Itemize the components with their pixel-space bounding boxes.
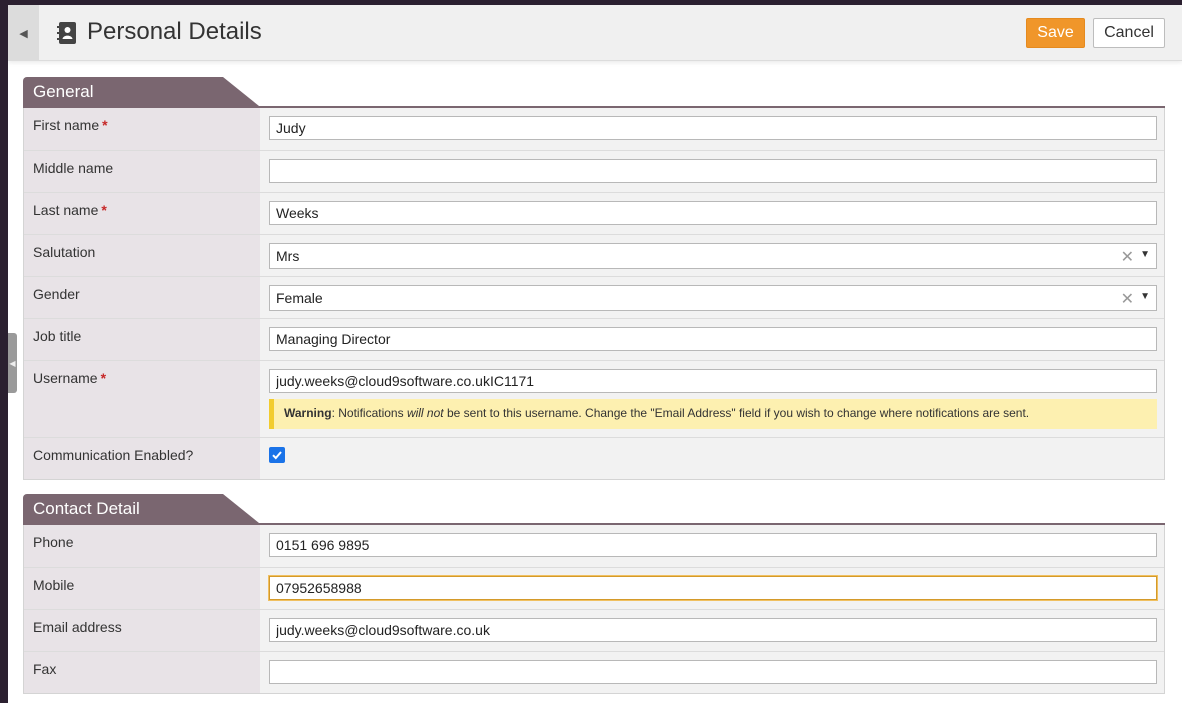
- form-row-email: Email address: [24, 609, 1164, 651]
- form-row-fax: Fax: [24, 651, 1164, 693]
- field-label: Middle name: [24, 151, 260, 192]
- warning-strong: Warning: [284, 406, 332, 420]
- username-input[interactable]: [269, 369, 1157, 393]
- fax-label: Fax: [33, 661, 57, 677]
- form-row-job-title: Job title: [24, 318, 1164, 360]
- field-label: Salutation: [24, 235, 260, 276]
- general-section: General First name* Middle name: [23, 77, 1165, 480]
- salutation-label: Salutation: [33, 244, 96, 260]
- contact-detail-section: Contact Detail Phone Mobile: [23, 494, 1165, 694]
- field-value: [260, 610, 1166, 651]
- contact-book-icon: [57, 22, 76, 44]
- field-value: [260, 525, 1166, 567]
- close-icon[interactable]: ✕: [1121, 289, 1134, 309]
- salutation-value: Mrs: [276, 248, 300, 264]
- contact-form-rows: Phone Mobile Email address: [23, 525, 1165, 694]
- warning-text-1: : Notifications: [331, 406, 407, 420]
- field-label: Communication Enabled?: [24, 438, 260, 479]
- field-value: Warning: Notifications will not be sent …: [260, 361, 1166, 437]
- triangle-left-icon: ◀: [19, 27, 28, 40]
- field-value: [260, 568, 1166, 609]
- triangle-left-icon: ◀: [9, 358, 16, 368]
- form-row-mobile: Mobile: [24, 567, 1164, 609]
- warning-emphasis: will not: [406, 406, 444, 420]
- page-title: Personal Details: [87, 18, 262, 45]
- field-value: Female ✕ ▼: [260, 277, 1166, 318]
- salutation-select[interactable]: Mrs ✕ ▼: [269, 243, 1157, 269]
- section-title: General: [33, 82, 94, 101]
- save-button[interactable]: Save: [1026, 18, 1085, 48]
- fax-input[interactable]: [269, 660, 1157, 684]
- field-label: Username *: [24, 361, 260, 437]
- cancel-button[interactable]: Cancel: [1093, 18, 1165, 48]
- form-row-salutation: Salutation Mrs ✕ ▼: [24, 234, 1164, 276]
- last-name-input[interactable]: [269, 201, 1157, 225]
- side-drawer-handle[interactable]: ◀: [8, 333, 17, 393]
- chevron-down-icon[interactable]: ▼: [1140, 291, 1150, 302]
- close-icon[interactable]: ✕: [1121, 247, 1134, 267]
- job-title-input[interactable]: [269, 327, 1157, 351]
- communication-enabled-checkbox[interactable]: [269, 447, 285, 463]
- personal-details-panel: ◀ Personal Details Save Cancel ◀ General…: [8, 5, 1182, 703]
- field-value: [260, 438, 1164, 479]
- collapse-panel-button[interactable]: ◀: [8, 5, 39, 61]
- gender-select[interactable]: Female ✕ ▼: [269, 285, 1157, 311]
- mobile-input[interactable]: [269, 576, 1157, 600]
- field-label: Fax: [24, 652, 260, 693]
- gender-value: Female: [276, 290, 323, 306]
- form-row-phone: Phone: [24, 525, 1164, 567]
- email-label: Email address: [33, 619, 122, 635]
- field-value: [260, 151, 1166, 192]
- warning-text-2: be sent to this username. Change the "Em…: [443, 406, 1030, 420]
- section-tab-general: General: [23, 77, 259, 106]
- mobile-label: Mobile: [33, 577, 75, 593]
- field-label: Phone: [24, 525, 260, 567]
- field-value: [260, 652, 1166, 693]
- field-value: [260, 319, 1166, 360]
- field-label: Email address: [24, 610, 260, 651]
- form-row-communication-enabled: Communication Enabled?: [24, 437, 1164, 479]
- field-label: Last name *: [24, 193, 260, 234]
- gender-label: Gender: [33, 286, 80, 302]
- username-label: Username: [33, 370, 98, 386]
- section-tab-contact-detail: Contact Detail: [23, 494, 259, 523]
- section-title: Contact Detail: [33, 499, 140, 518]
- username-warning: Warning: Notifications will not be sent …: [269, 399, 1157, 429]
- required-marker: *: [102, 117, 108, 133]
- job-title-label: Job title: [33, 328, 82, 344]
- email-input[interactable]: [269, 618, 1157, 642]
- middle-name-label: Middle name: [33, 160, 114, 176]
- communication-enabled-label: Communication Enabled?: [33, 447, 194, 463]
- field-label: Mobile: [24, 568, 260, 609]
- check-icon: [272, 451, 282, 460]
- field-value: [260, 193, 1166, 234]
- form-row-middle-name: Middle name: [24, 150, 1164, 192]
- form-row-gender: Gender Female ✕ ▼: [24, 276, 1164, 318]
- phone-label: Phone: [33, 534, 74, 550]
- chevron-down-icon[interactable]: ▼: [1140, 249, 1150, 260]
- field-label: Job title: [24, 319, 260, 360]
- field-value: [260, 108, 1166, 150]
- form-row-last-name: Last name *: [24, 192, 1164, 234]
- form-row-username: Username* Warning: Notifications will no…: [24, 360, 1164, 437]
- required-marker: *: [101, 202, 107, 218]
- field-label: Gender: [24, 277, 260, 318]
- first-name-input[interactable]: [269, 116, 1157, 140]
- field-label: First name *: [24, 108, 260, 150]
- general-form-rows: First name* Middle name Last name*: [23, 108, 1165, 480]
- field-value: Mrs ✕ ▼: [260, 235, 1166, 276]
- required-marker: *: [100, 370, 107, 386]
- middle-name-input[interactable]: [269, 159, 1157, 183]
- phone-input[interactable]: [269, 533, 1157, 557]
- last-name-label: Last name: [33, 202, 99, 218]
- form-row-first-name: First name *: [24, 108, 1164, 150]
- first-name-label: First name: [33, 117, 100, 133]
- panel-header: ◀ Personal Details Save Cancel: [8, 5, 1182, 61]
